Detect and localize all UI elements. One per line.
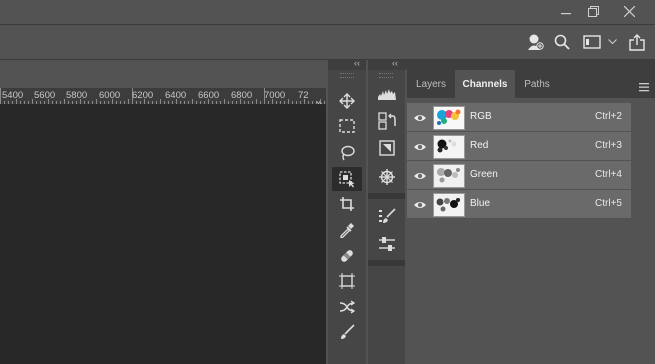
channel-name: Green: [470, 169, 498, 180]
object-selection-tool-icon[interactable]: [332, 167, 362, 191]
ruler-label: 6600: [198, 90, 220, 101]
channel-thumbnail: [433, 106, 465, 130]
document-canvas[interactable]: [0, 105, 326, 364]
ruler-end-icon: [316, 94, 323, 104]
panels-collapse-bar[interactable]: ‹‹: [368, 58, 655, 70]
tab-channels[interactable]: Channels: [455, 70, 515, 98]
tools-panel: [328, 70, 366, 364]
histogram-icon[interactable]: [372, 83, 401, 105]
learn-icon[interactable]: [525, 33, 545, 51]
ruler-label: 6800: [231, 90, 253, 101]
healing-brush-tool-icon[interactable]: [332, 244, 362, 268]
channel-row-green[interactable]: Green Ctrl+4: [407, 161, 631, 190]
tab-layers[interactable]: Layers: [409, 70, 453, 98]
channel-shortcut: Ctrl+4: [595, 169, 622, 180]
ruler-label: 7000: [264, 90, 286, 101]
horizontal-ruler: 5400 5600 5800 6000 6200 6400 6600 6800 …: [0, 88, 326, 105]
visibility-eye-icon[interactable]: [413, 169, 427, 181]
visibility-eye-icon[interactable]: [413, 198, 427, 210]
channel-shortcut: Ctrl+2: [595, 111, 622, 122]
channel-shortcut: Ctrl+3: [595, 140, 622, 151]
channel-name: Red: [470, 140, 489, 151]
visibility-eye-icon[interactable]: [413, 111, 427, 123]
channel-row-rgb[interactable]: RGB Ctrl+2: [407, 103, 631, 132]
search-icon[interactable]: [553, 33, 571, 51]
ruler-label: 6200: [132, 90, 154, 101]
brush-tool-icon[interactable]: [332, 320, 362, 344]
crop-tool-icon[interactable]: [332, 192, 362, 216]
collapse-icon[interactable]: ‹‹: [354, 58, 360, 68]
channel-thumbnail: [433, 135, 465, 159]
chevron-down-icon[interactable]: [606, 33, 618, 51]
tab-paths[interactable]: Paths: [517, 70, 557, 98]
channel-shortcut: Ctrl+5: [595, 198, 622, 209]
properties-icon[interactable]: [372, 137, 401, 159]
navigator-icon[interactable]: [372, 166, 401, 188]
frame-tool-icon[interactable]: [332, 269, 362, 293]
options-bar: [0, 25, 655, 60]
visibility-eye-icon[interactable]: [413, 140, 427, 152]
channel-thumbnail: [433, 193, 465, 217]
channel-name: RGB: [470, 111, 492, 122]
collapse-icon[interactable]: ‹‹: [392, 58, 398, 68]
patch-tool-icon[interactable]: [332, 295, 362, 319]
ruler-label: 6000: [99, 90, 121, 101]
channel-row-red[interactable]: Red Ctrl+3: [407, 132, 631, 161]
channel-thumbnail: [433, 164, 465, 188]
move-tool-icon[interactable]: [332, 89, 362, 113]
restore-icon[interactable]: [576, 0, 610, 22]
adjustments-icon[interactable]: [372, 233, 401, 255]
channels-panel: Layers Channels Paths RGB Ctrl+2 Red Ctr…: [407, 70, 655, 364]
title-bar: [0, 0, 655, 25]
share-icon[interactable]: [627, 33, 647, 51]
ruler-label: 5600: [34, 90, 56, 101]
channel-name: Blue: [470, 198, 491, 209]
ruler-label: 72: [298, 90, 309, 101]
ruler-label: 5800: [66, 90, 88, 101]
tools-collapse-bar[interactable]: ‹‹: [328, 58, 366, 70]
ruler-label: 5400: [2, 90, 24, 101]
history-icon[interactable]: [372, 110, 401, 132]
panel-tabs: Layers Channels Paths: [407, 70, 655, 98]
channel-row-blue[interactable]: Blue Ctrl+5: [407, 190, 631, 219]
collapsed-panels-column: [368, 70, 405, 364]
panel-menu-icon[interactable]: [639, 79, 649, 92]
ruler-label: 6400: [165, 90, 187, 101]
brush-settings-icon[interactable]: [372, 205, 401, 227]
marquee-tool-icon[interactable]: [332, 114, 362, 138]
close-icon[interactable]: [612, 0, 646, 22]
lasso-tool-icon[interactable]: [332, 141, 362, 165]
workspace-icon[interactable]: [582, 33, 602, 51]
eyedropper-tool-icon[interactable]: [332, 218, 362, 242]
